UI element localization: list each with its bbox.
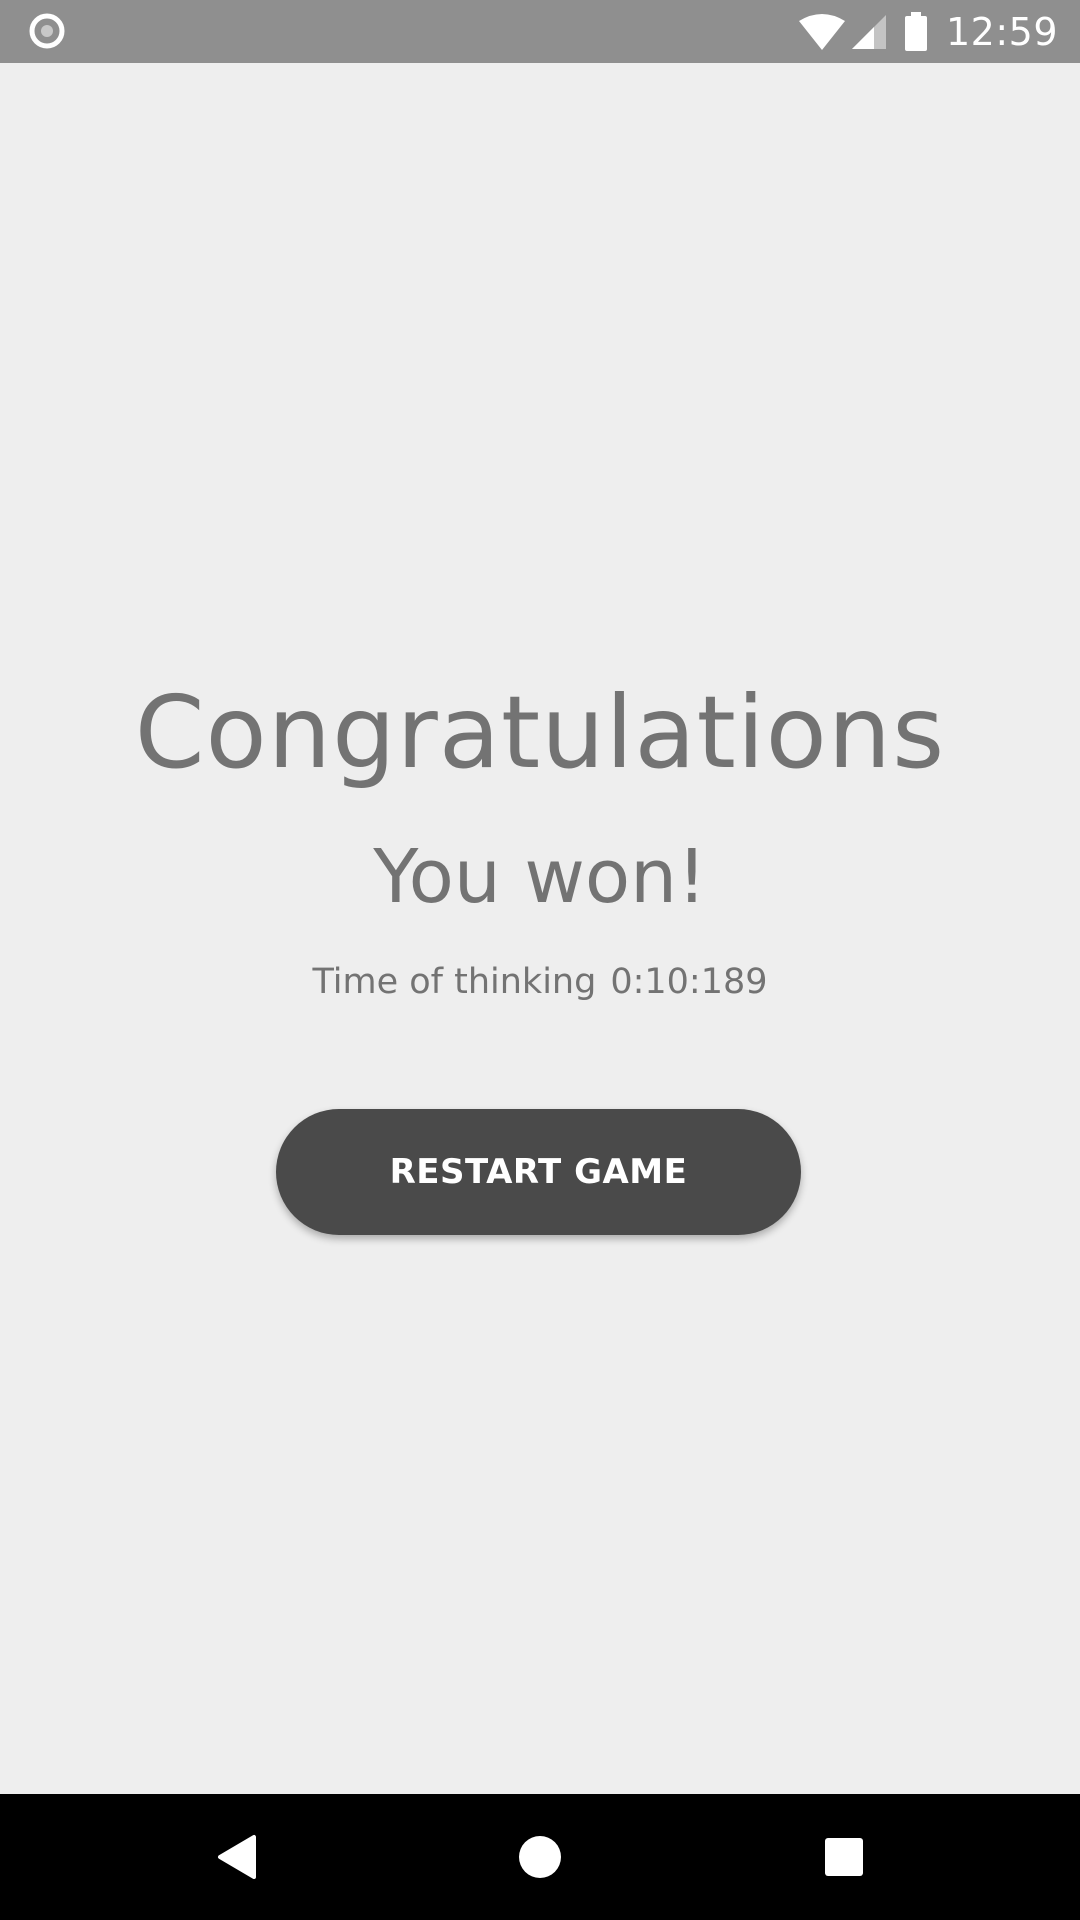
battery-icon (904, 11, 928, 52)
win-screen: Congratulations You won! Time of thinkin… (0, 63, 1080, 1794)
wifi-icon (798, 13, 846, 51)
status-bar: 12:59 (0, 0, 1080, 63)
cell-signal-icon (850, 13, 888, 51)
thinking-time-row: Time of thinking 0:10:189 (0, 965, 1080, 1000)
record-icon (29, 13, 65, 49)
thinking-time-value: 0:10:189 (610, 962, 768, 1002)
navigation-bar (0, 1794, 1080, 1920)
congratulations-title: Congratulations (134, 674, 946, 791)
you-won-subtitle: You won! (373, 834, 707, 920)
thinking-time-label: Time of thinking (312, 962, 597, 1002)
status-icons: 12:59 (798, 0, 1058, 63)
back-icon[interactable] (206, 1827, 266, 1887)
recents-icon[interactable] (814, 1827, 874, 1887)
status-clock: 12:59 (945, 9, 1058, 54)
home-icon[interactable] (510, 1827, 570, 1887)
restart-game-button[interactable]: RESTART GAME (276, 1109, 801, 1235)
